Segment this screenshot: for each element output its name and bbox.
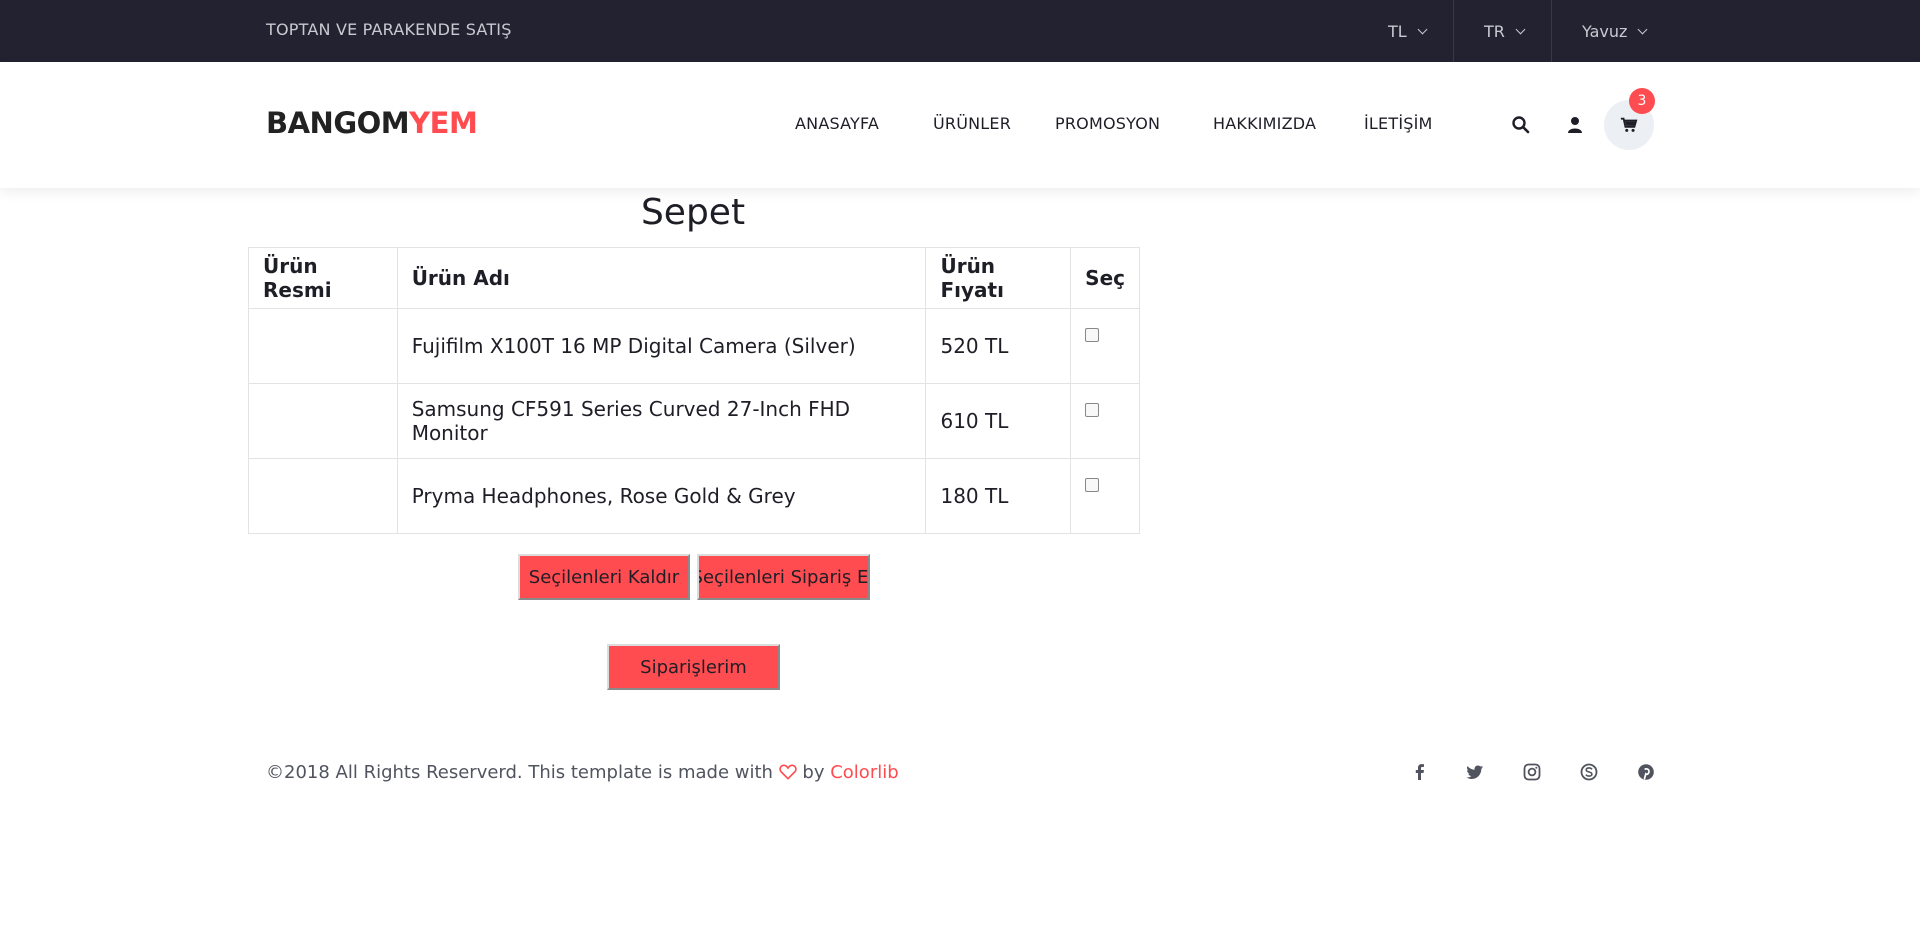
product-name: Samsung CF591 Series Curved 27-Inch FHD …: [396, 383, 927, 459]
order-selected-button[interactable]: Seçilenleri Sipariş Et: [697, 554, 870, 600]
select-cell: [1070, 308, 1140, 384]
tagline: TOPTAN VE PARAKENDE SATIŞ: [266, 20, 512, 39]
cart-count-badge: 3: [1629, 88, 1655, 114]
facebook-icon[interactable]: [1410, 762, 1430, 782]
logo-text-accent: YEM: [409, 106, 478, 140]
cart-table: Ürün Resmi Ürün Adı Ürün Fıyatı Seç Fuji…: [248, 247, 1140, 534]
column-header-image: Ürün Resmi: [248, 247, 398, 309]
table-row: Fujifilm X100T 16 MP Digital Camera (Sil…: [248, 308, 1140, 384]
select-checkbox[interactable]: [1085, 403, 1100, 417]
user-icon[interactable]: [1565, 115, 1585, 135]
nav-products[interactable]: ÜRÜNLER: [933, 114, 1011, 133]
divider: [1551, 0, 1552, 62]
pinterest-icon[interactable]: [1636, 762, 1656, 782]
product-name: Pryma Headphones, Rose Gold & Grey: [396, 458, 927, 534]
cart-icon: [1620, 117, 1638, 132]
column-header-select: Seç: [1070, 247, 1140, 309]
product-price: 610 TL: [925, 383, 1072, 459]
logo-text-dark: BANGOM: [266, 106, 410, 140]
chevron-down-icon: [1515, 24, 1526, 34]
product-price: 180 TL: [925, 458, 1072, 534]
currency-dropdown[interactable]: TL: [1388, 0, 1428, 62]
my-orders-button[interactable]: Siparişlerim: [607, 644, 780, 690]
top-bar: TOPTAN VE PARAKENDE SATIŞ TL TR Yavuz: [0, 0, 1920, 62]
colorlib-link[interactable]: Colorlib: [830, 762, 898, 783]
search-icon[interactable]: [1511, 115, 1531, 135]
select-cell: [1070, 383, 1140, 459]
table-row: Pryma Headphones, Rose Gold & Grey 180 T…: [248, 458, 1140, 534]
chevron-down-icon: [1637, 24, 1648, 34]
page-title: Sepet: [640, 192, 746, 233]
column-header-name: Ürün Adı: [396, 247, 927, 309]
table-header-row: Ürün Resmi Ürün Adı Ürün Fıyatı Seç: [248, 247, 1140, 309]
nav-home[interactable]: ANASAYFA: [795, 114, 879, 133]
product-name: Fujifilm X100T 16 MP Digital Camera (Sil…: [396, 308, 927, 384]
copyright-text: ©2018 All Rights Reserverd. This templat…: [266, 762, 773, 783]
instagram-icon[interactable]: [1522, 762, 1542, 782]
table-row: Samsung CF591 Series Curved 27-Inch FHD …: [248, 383, 1140, 459]
select-checkbox[interactable]: [1085, 328, 1100, 342]
nav-promotion[interactable]: PROMOSYON: [1055, 114, 1160, 133]
main-header: BANGOMYEM ANASAYFA ÜRÜNLER PROMOSYON HAK…: [0, 62, 1920, 188]
product-price: 520 TL: [925, 308, 1072, 384]
language-label: TR: [1484, 21, 1505, 41]
user-label: Yavuz: [1582, 21, 1628, 41]
skype-icon[interactable]: [1579, 762, 1599, 782]
product-image-cell: [248, 458, 398, 534]
nav-contact[interactable]: İLETİŞİM: [1364, 114, 1433, 133]
divider: [1453, 0, 1454, 62]
currency-label: TL: [1388, 21, 1407, 41]
column-header-price: Ürün Fıyatı: [925, 247, 1072, 309]
product-image-cell: [248, 383, 398, 459]
footer-copyright: ©2018 All Rights Reserverd. This templat…: [266, 762, 899, 783]
product-image-cell: [248, 308, 398, 384]
nav-about[interactable]: HAKKIMIZDA: [1213, 114, 1316, 133]
remove-selected-button[interactable]: Seçilenleri Kaldır: [518, 554, 690, 600]
site-logo[interactable]: BANGOMYEM: [266, 106, 478, 140]
select-checkbox[interactable]: [1085, 478, 1100, 492]
language-dropdown[interactable]: TR: [1484, 0, 1526, 62]
by-text: by: [802, 762, 825, 783]
select-cell: [1070, 458, 1140, 534]
chevron-down-icon: [1417, 24, 1428, 34]
heart-icon: [778, 764, 797, 780]
user-dropdown[interactable]: Yavuz: [1582, 0, 1648, 62]
twitter-icon[interactable]: [1465, 762, 1485, 782]
